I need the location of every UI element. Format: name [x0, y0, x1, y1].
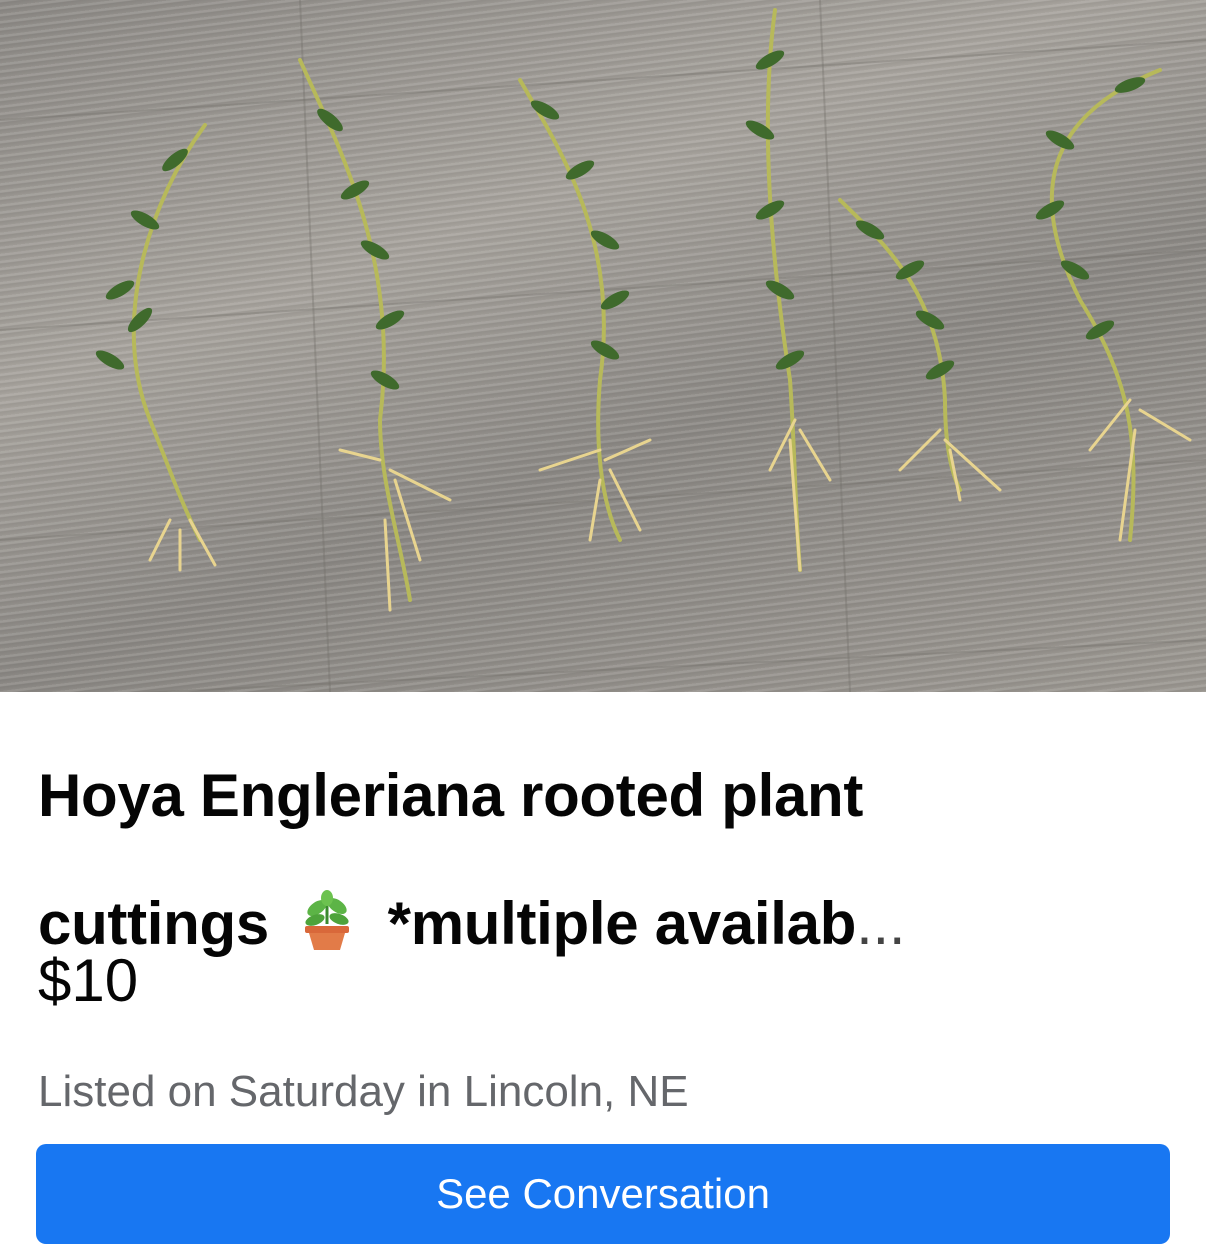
see-conversation-button[interactable]: See Conversation — [36, 1144, 1170, 1244]
listing-photo[interactable] — [0, 0, 1206, 692]
listing-date-location: Listed on Saturday in Lincoln, NE — [38, 1067, 689, 1116]
potted-plant-icon — [297, 868, 357, 988]
listing-title-line-1: Hoya Engleriana rooted plant — [38, 762, 864, 829]
listing-title-line-2: cuttings *multiple availab... — [38, 860, 1118, 988]
listing-title-text-b: *multiple availab — [387, 890, 857, 957]
plant-cuttings-image — [0, 0, 1206, 692]
listing-title[interactable]: Hoya Engleriana rooted plant cuttings *m… — [38, 732, 1118, 988]
listing-price: $10 — [38, 947, 139, 1014]
title-ellipsis: ... — [856, 890, 906, 957]
